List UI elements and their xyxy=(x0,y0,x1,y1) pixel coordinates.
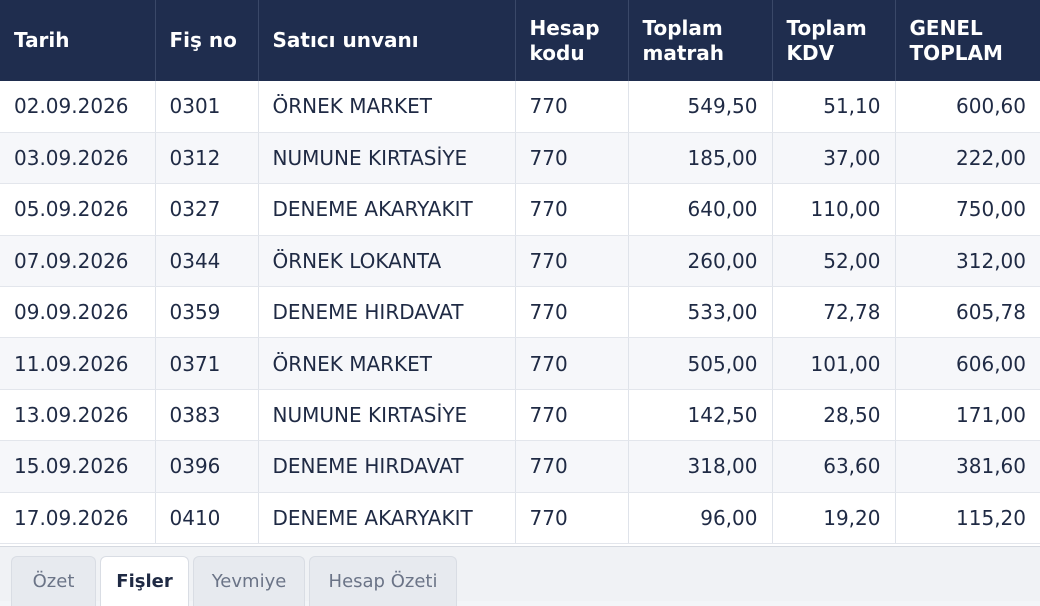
cell-total-base[interactable]: 549,50 xyxy=(628,81,773,133)
cell-total-base[interactable]: 96,00 xyxy=(628,492,773,545)
cell-account-code[interactable]: 770 xyxy=(515,132,629,185)
cell-grand-total[interactable]: 606,00 xyxy=(895,337,1040,390)
cell-total-vat[interactable]: 72,78 xyxy=(772,286,896,339)
column-header-label: matrah xyxy=(642,40,725,65)
table-header-row: Tarih Fiş no Satıcı unvanı Hesap kodu Toplam m… xyxy=(0,0,1040,81)
table-row[interactable]: 05.09.2026 0327 DENEME AKARYAKIT 770 640,00 1… xyxy=(0,183,1040,236)
column-header-total-base[interactable]: Toplam matrah xyxy=(628,0,773,81)
cell-total-base[interactable]: 640,00 xyxy=(628,183,773,236)
cell-seller-name[interactable]: NUMUNE KIRTASİYE xyxy=(258,389,516,442)
cell-total-vat[interactable]: 52,00 xyxy=(772,235,896,288)
tab-yevmiye[interactable]: Yevmiye xyxy=(193,556,305,606)
cell-account-code[interactable]: 770 xyxy=(515,389,629,442)
cell-account-code[interactable]: 770 xyxy=(515,492,629,545)
table-row[interactable]: 03.09.2026 0312 NUMUNE KIRTASİYE 770 185,00 3… xyxy=(0,132,1040,185)
cell-seller-name[interactable]: DENEME AKARYAKIT xyxy=(258,183,516,236)
column-header-label: TOPLAM xyxy=(909,40,1003,65)
cell-receipt-no[interactable]: 0312 xyxy=(155,132,259,185)
cell-seller-name[interactable]: DENEME HIRDAVAT xyxy=(258,286,516,339)
table-row[interactable]: 17.09.2026 0410 DENEME AKARYAKIT 770 96,00 19… xyxy=(0,492,1040,545)
cell-account-code[interactable]: 770 xyxy=(515,286,629,339)
table-row[interactable]: 02.09.2026 0301 ÖRNEK MARKET 770 549,50 51,10… xyxy=(0,81,1040,133)
cell-total-vat[interactable]: 110,00 xyxy=(772,183,896,236)
cell-total-base[interactable]: 533,00 xyxy=(628,286,773,339)
table-row[interactable]: 07.09.2026 0344 ÖRNEK LOKANTA 770 260,00 52,0… xyxy=(0,235,1040,288)
cell-date[interactable]: 05.09.2026 xyxy=(0,183,156,236)
cell-account-code[interactable]: 770 xyxy=(515,440,629,493)
column-header-label: Hesap xyxy=(529,15,600,40)
cell-total-base[interactable]: 260,00 xyxy=(628,235,773,288)
tab-ozet[interactable]: Özet xyxy=(11,556,96,606)
cell-date[interactable]: 03.09.2026 xyxy=(0,132,156,185)
table-row[interactable]: 09.09.2026 0359 DENEME HIRDAVAT 770 533,00 72… xyxy=(0,286,1040,339)
column-header-label: Fiş no xyxy=(169,28,237,52)
receipts-table: Tarih Fiş no Satıcı unvanı Hesap kodu Toplam m… xyxy=(0,0,1040,545)
cell-grand-total[interactable]: 600,60 xyxy=(895,81,1040,133)
cell-account-code[interactable]: 770 xyxy=(515,81,629,133)
cell-seller-name[interactable]: ÖRNEK LOKANTA xyxy=(258,235,516,288)
column-header-label: kodu xyxy=(529,40,585,65)
cell-seller-name[interactable]: ÖRNEK MARKET xyxy=(258,337,516,390)
cell-total-vat[interactable]: 51,10 xyxy=(772,81,896,133)
cell-receipt-no[interactable]: 0371 xyxy=(155,337,259,390)
column-header-account-code[interactable]: Hesap kodu xyxy=(515,0,629,81)
cell-grand-total[interactable]: 381,60 xyxy=(895,440,1040,493)
spreadsheet-sheet: Tarih Fiş no Satıcı unvanı Hesap kodu Toplam m… xyxy=(0,0,1040,546)
cell-receipt-no[interactable]: 0301 xyxy=(155,81,259,133)
column-header-label: Toplam xyxy=(786,15,867,40)
cell-receipt-no[interactable]: 0359 xyxy=(155,286,259,339)
column-header-label: Satıcı unvanı xyxy=(272,28,419,52)
cell-date[interactable]: 11.09.2026 xyxy=(0,337,156,390)
cell-total-vat[interactable]: 101,00 xyxy=(772,337,896,390)
cell-total-vat[interactable]: 63,60 xyxy=(772,440,896,493)
cell-date[interactable]: 15.09.2026 xyxy=(0,440,156,493)
cell-account-code[interactable]: 770 xyxy=(515,337,629,390)
cell-total-vat[interactable]: 28,50 xyxy=(772,389,896,442)
column-header-total-vat[interactable]: Toplam KDV xyxy=(772,0,896,81)
cell-seller-name[interactable]: NUMUNE KIRTASİYE xyxy=(258,132,516,185)
cell-date[interactable]: 17.09.2026 xyxy=(0,492,156,545)
tab-fisler[interactable]: Fişler xyxy=(100,556,189,606)
sheet-tab-bar: Özet Fişler Yevmiye Hesap Özeti xyxy=(0,546,1040,606)
cell-account-code[interactable]: 770 xyxy=(515,235,629,288)
table-row[interactable]: 11.09.2026 0371 ÖRNEK MARKET 770 505,00 101,0… xyxy=(0,337,1040,390)
cell-total-vat[interactable]: 19,20 xyxy=(772,492,896,545)
cell-grand-total[interactable]: 605,78 xyxy=(895,286,1040,339)
table-row[interactable]: 15.09.2026 0396 DENEME HIRDAVAT 770 318,00 63… xyxy=(0,440,1040,493)
column-header-label: Tarih xyxy=(14,28,70,52)
cell-receipt-no[interactable]: 0396 xyxy=(155,440,259,493)
cell-total-base[interactable]: 318,00 xyxy=(628,440,773,493)
cell-total-vat[interactable]: 37,00 xyxy=(772,132,896,185)
cell-grand-total[interactable]: 171,00 xyxy=(895,389,1040,442)
column-header-seller-name[interactable]: Satıcı unvanı xyxy=(258,0,516,81)
cell-grand-total[interactable]: 222,00 xyxy=(895,132,1040,185)
column-header-label: KDV xyxy=(786,40,835,65)
cell-receipt-no[interactable]: 0327 xyxy=(155,183,259,236)
cell-grand-total[interactable]: 750,00 xyxy=(895,183,1040,236)
cell-receipt-no[interactable]: 0383 xyxy=(155,389,259,442)
column-header-receipt-no[interactable]: Fiş no xyxy=(155,0,259,81)
column-header-label: Toplam xyxy=(642,15,723,40)
cell-total-base[interactable]: 142,50 xyxy=(628,389,773,442)
cell-seller-name[interactable]: ÖRNEK MARKET xyxy=(258,81,516,133)
cell-seller-name[interactable]: DENEME AKARYAKIT xyxy=(258,492,516,545)
cell-date[interactable]: 07.09.2026 xyxy=(0,235,156,288)
cell-date[interactable]: 09.09.2026 xyxy=(0,286,156,339)
cell-grand-total[interactable]: 312,00 xyxy=(895,235,1040,288)
table-body: 02.09.2026 0301 ÖRNEK MARKET 770 549,50 51,10… xyxy=(0,81,1040,545)
column-header-label: GENEL xyxy=(909,15,983,40)
cell-grand-total[interactable]: 115,20 xyxy=(895,492,1040,545)
cell-receipt-no[interactable]: 0344 xyxy=(155,235,259,288)
cell-total-base[interactable]: 505,00 xyxy=(628,337,773,390)
cell-seller-name[interactable]: DENEME HIRDAVAT xyxy=(258,440,516,493)
column-header-grand-total[interactable]: GENEL TOPLAM xyxy=(895,0,1040,81)
table-row[interactable]: 13.09.2026 0383 NUMUNE KIRTASİYE 770 142,50 2… xyxy=(0,389,1040,442)
tab-hesap-ozeti[interactable]: Hesap Özeti xyxy=(309,556,457,606)
cell-account-code[interactable]: 770 xyxy=(515,183,629,236)
cell-receipt-no[interactable]: 0410 xyxy=(155,492,259,545)
cell-total-base[interactable]: 185,00 xyxy=(628,132,773,185)
cell-date[interactable]: 02.09.2026 xyxy=(0,81,156,133)
cell-date[interactable]: 13.09.2026 xyxy=(0,389,156,442)
column-header-date[interactable]: Tarih xyxy=(0,0,156,81)
